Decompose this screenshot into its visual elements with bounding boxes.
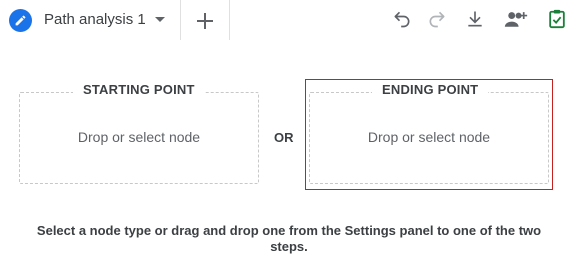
tab-divider bbox=[229, 0, 230, 40]
share-icon[interactable] bbox=[503, 6, 529, 32]
add-tab-icon[interactable] bbox=[192, 8, 218, 34]
redo-icon[interactable] bbox=[424, 6, 450, 32]
ending-point-dropzone[interactable]: Drop or select node bbox=[309, 92, 549, 184]
download-icon[interactable] bbox=[462, 6, 488, 32]
tab-path-analysis[interactable]: Path analysis 1 bbox=[0, 0, 181, 40]
ending-point-title: ENDING POINT bbox=[372, 82, 489, 100]
tab-label: Path analysis 1 bbox=[44, 11, 146, 28]
tab-menu-caret-icon[interactable] bbox=[153, 14, 167, 26]
save-check-icon[interactable] bbox=[544, 6, 570, 32]
ending-point-placeholder: Drop or select node bbox=[367, 129, 491, 145]
instructions-text: Select a node type or drag and drop one … bbox=[36, 223, 542, 254]
edit-tab-name-icon[interactable] bbox=[9, 9, 32, 32]
undo-icon[interactable] bbox=[389, 6, 415, 32]
or-connector: OR bbox=[274, 130, 294, 145]
starting-point-placeholder: Drop or select node bbox=[77, 129, 201, 145]
starting-point-title: STARTING POINT bbox=[73, 82, 205, 100]
top-bar: Path analysis 1 bbox=[0, 0, 578, 40]
starting-point-dropzone[interactable]: Drop or select node bbox=[19, 92, 259, 184]
